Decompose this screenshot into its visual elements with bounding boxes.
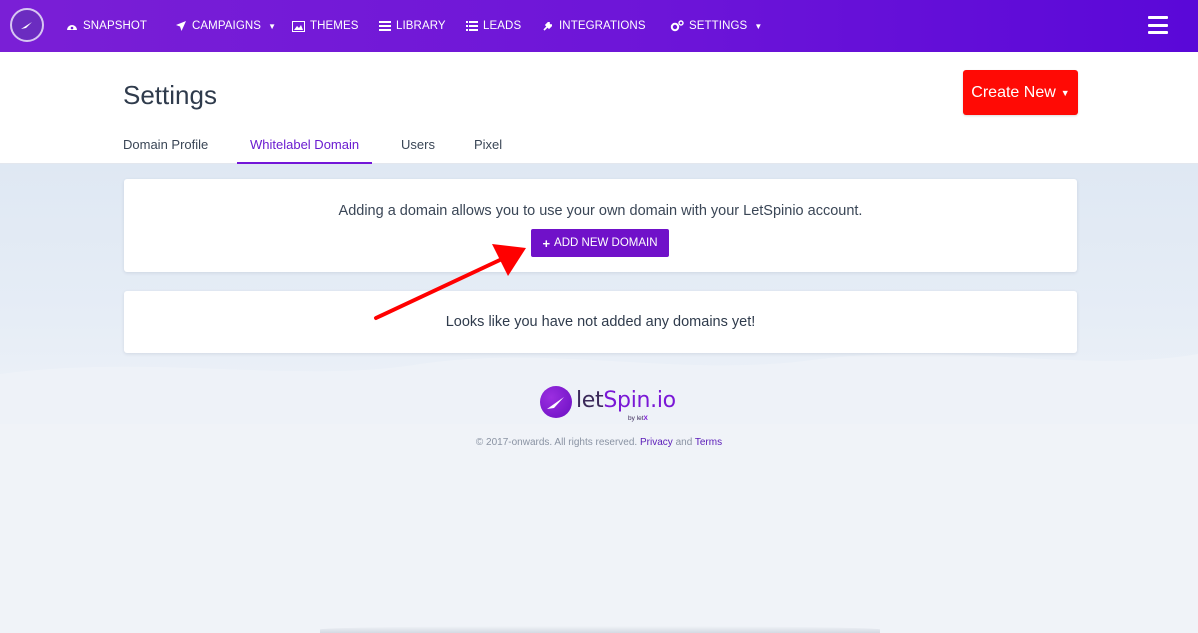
tasks-icon: [379, 21, 391, 31]
bottom-shadow: [320, 626, 880, 633]
settings-header: Settings Create New ▼ Domain Profile Whi…: [0, 52, 1198, 164]
cogs-icon: [670, 20, 684, 32]
nav-leads[interactable]: LEADS: [466, 18, 521, 34]
letspin-logo-icon: [540, 386, 572, 418]
spinner-logo-icon: [21, 22, 32, 29]
tab-whitelabel-domain[interactable]: Whitelabel Domain: [236, 132, 373, 164]
domain-info-card: Adding a domain allows you to use your o…: [124, 179, 1077, 272]
nav-leads-label: LEADS: [483, 20, 522, 32]
dashboard-icon: [67, 25, 77, 30]
create-new-button[interactable]: Create New ▼: [963, 70, 1078, 115]
nav-snapshot-label: SNAPSHOT: [83, 20, 148, 32]
page-title: Settings: [123, 80, 217, 110]
image-icon: [292, 20, 305, 32]
create-new-label: Create New: [971, 83, 1056, 101]
top-navbar: SNAPSHOT CAMPAIGNS ▼ THEMES LIBRARY LEAD…: [0, 0, 1198, 52]
nav-settings[interactable]: SETTINGS ▼: [670, 18, 762, 34]
logo-byline: by letX: [628, 415, 648, 422]
hamburger-icon[interactable]: [1148, 16, 1168, 34]
logo-wordmark: letSpin.io: [576, 388, 676, 413]
nav-campaigns-label: CAMPAIGNS: [192, 20, 262, 32]
empty-state-text: Looks like you have not added any domain…: [445, 314, 756, 330]
footer-logo: letSpin.io by letX: [540, 382, 676, 426]
tab-domain-profile[interactable]: Domain Profile: [123, 132, 208, 164]
nav-library-label: LIBRARY: [396, 20, 446, 32]
paper-plane-icon: [176, 21, 186, 31]
copyright-text: © 2017-onwards. All rights reserved. Pri…: [475, 437, 723, 448]
list-icon: [466, 21, 478, 31]
plus-icon: +: [542, 235, 551, 251]
chevron-down-icon: ▼: [1060, 87, 1070, 98]
nav-settings-label: SETTINGS: [689, 20, 748, 32]
tab-users[interactable]: Users: [401, 132, 435, 164]
chevron-down-icon: ▼: [754, 21, 763, 31]
domain-info-text: Adding a domain allows you to use your o…: [338, 203, 863, 219]
nav-integrations-label: INTEGRATIONS: [559, 20, 646, 32]
nav-integrations[interactable]: INTEGRATIONS: [542, 18, 646, 34]
add-new-domain-button[interactable]: + ADD NEW DOMAIN: [531, 229, 669, 257]
nav-themes[interactable]: THEMES: [292, 18, 359, 34]
privacy-link[interactable]: Privacy: [640, 437, 673, 448]
chevron-down-icon: ▼: [268, 21, 277, 31]
brand-logo[interactable]: [10, 8, 44, 42]
terms-link[interactable]: Terms: [695, 437, 722, 448]
nav-campaigns[interactable]: CAMPAIGNS ▼: [175, 18, 276, 34]
domains-empty-card: Looks like you have not added any domain…: [124, 291, 1077, 353]
nav-themes-label: THEMES: [310, 20, 359, 32]
nav-library[interactable]: LIBRARY: [379, 18, 446, 34]
red-arrow-annotation-icon: [374, 244, 526, 320]
add-new-domain-label: ADD NEW DOMAIN: [554, 237, 658, 249]
tab-pixel[interactable]: Pixel: [474, 132, 502, 164]
plug-icon: [543, 21, 553, 31]
nav-snapshot[interactable]: SNAPSHOT: [66, 18, 147, 34]
